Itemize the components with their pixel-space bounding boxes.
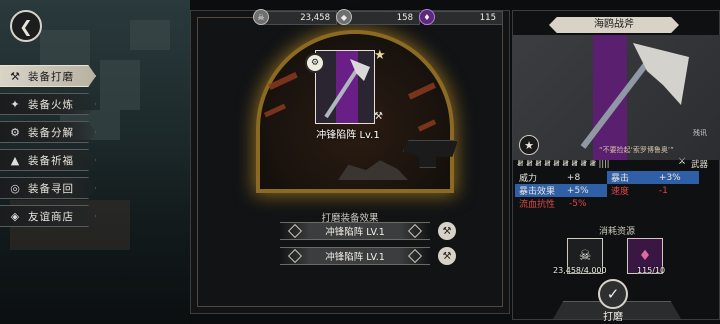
ore-icon: ◆ xyxy=(336,9,352,25)
fox-icon: ◈ xyxy=(10,209,20,223)
cost-crystal-value: 115/10 xyxy=(637,266,666,275)
stat-value: +5% xyxy=(562,184,607,197)
prayer-icon: ▲ xyxy=(10,153,20,167)
stat-row: 流血抗性 -5% xyxy=(515,197,699,211)
hammer-button[interactable]: ⚒ xyxy=(438,247,456,265)
diamond-icon xyxy=(407,248,423,264)
currency-ore: ◆ 158 xyxy=(336,9,420,25)
hammer-button[interactable]: ⚒ xyxy=(438,222,456,240)
crystal-icon: ♦ xyxy=(419,9,435,25)
stat-value: +3% xyxy=(654,171,699,184)
axe-icon xyxy=(580,43,689,149)
skull-coin-icon: ☠ xyxy=(253,9,269,25)
stat-label: 速度 xyxy=(611,187,630,197)
weapon-title: 海鸥战斧 xyxy=(549,17,679,33)
sidebar-item-label: 装备祈福 xyxy=(28,154,74,167)
effect-row[interactable]: 冲锋陷阵 LV.1 xyxy=(280,247,430,265)
effect-label: 冲锋陷阵 LV.1 xyxy=(325,227,385,238)
axe-icon xyxy=(324,59,370,119)
back-button[interactable]: ❮ xyxy=(10,10,42,42)
silver-coin-icon: ☠ xyxy=(578,248,592,264)
stat-value: -5% xyxy=(569,198,587,209)
stat-label: 威力 xyxy=(519,174,538,184)
star-icon: ★ xyxy=(374,48,386,63)
weapon-art xyxy=(513,35,720,160)
sidebar-item-polish[interactable]: ⚒ 装备打磨 xyxy=(0,65,96,87)
currency-bar: ☠ 23,458 ◆ 158 ♦ 115 xyxy=(253,9,503,28)
stat-value: +8 xyxy=(566,172,581,183)
gear-icon: ⚙ xyxy=(305,53,325,73)
weapon-quote: “不要捡起‘索罗博鲁奥’” xyxy=(599,146,674,154)
sidebar-item-disassemble[interactable]: ⚙ 装备分解 xyxy=(0,121,96,143)
stat-row: 暴击效果 +5% 速度 -1 xyxy=(515,184,699,197)
favorite-star-button[interactable]: ★ xyxy=(519,135,539,155)
tally-marks: 𝍸 𝍸 𝍸 𝍸 𝍸 𝍸 𝍸 𝍸 𝍸 |||| xyxy=(517,159,610,168)
effect-row[interactable]: 冲锋陷阵 LV.1 xyxy=(280,222,430,240)
polish-button[interactable]: ✓ xyxy=(598,279,628,309)
currency-crystal: ♦ 115 xyxy=(419,9,503,25)
forge-panel: ⚙ ★ ⚒ 冲锋陷阵 Lv.1 打磨装备效果 冲锋陷阵 LV.1 ⚒ 冲锋陷阵 … xyxy=(190,10,510,314)
currency-value: 23,458 xyxy=(300,13,330,23)
retrieve-icon: ◎ xyxy=(10,181,20,195)
weapon-type: 武器 xyxy=(691,160,709,170)
cost-silver-value: 23,458/4,000 xyxy=(553,266,607,275)
sidebar-item-label: 装备寻回 xyxy=(28,182,74,195)
stat-value: -1 xyxy=(658,185,668,196)
hammer-icon: ⚒ xyxy=(374,111,383,122)
sidebar-item-pray[interactable]: ▲ 装备祈福 xyxy=(0,149,96,171)
sidebar-menu: ⚒ 装备打磨 ✦ 装备火炼 ⚙ 装备分解 ▲ 装备祈福 ◎ 装备寻回 ◈ 友谊商… xyxy=(0,65,96,233)
stat-label: 暴击效果 xyxy=(515,184,563,197)
cost-title: 消耗资源 xyxy=(598,227,635,237)
checkmark-icon: ✓ xyxy=(606,285,620,303)
back-arrow-icon: ❮ xyxy=(19,16,33,36)
diamond-icon xyxy=(407,223,423,239)
stat-label: 流血抗性 xyxy=(519,200,556,210)
sidebar-item-fire-forge[interactable]: ✦ 装备火炼 xyxy=(0,93,96,115)
stat-row: 威力 +8 暴击 +3% xyxy=(515,171,699,184)
forge-frame: ⚙ ★ ⚒ 冲锋陷阵 Lv.1 打磨装备效果 冲锋陷阵 LV.1 ⚒ 冲锋陷阵 … xyxy=(197,17,503,307)
crossed-swords-icon: ⚔ xyxy=(678,157,687,167)
hammer-icon: ⚒ xyxy=(10,69,20,83)
currency-value: 115 xyxy=(479,13,496,23)
break-label: 残讯 xyxy=(693,129,707,137)
selected-item-name: 冲锋陷阵 Lv.1 xyxy=(316,130,380,141)
crystal-icon: ♦ xyxy=(638,248,652,264)
sidebar-item-friend-shop[interactable]: ◈ 友谊商店 xyxy=(0,205,96,227)
stat-label: 暴击 xyxy=(607,171,655,184)
diamond-icon xyxy=(287,223,303,239)
polish-label: 打磨 xyxy=(603,312,623,323)
flame-icon: ✦ xyxy=(10,97,20,111)
sidebar-item-label: 装备火炼 xyxy=(28,98,74,111)
currency-silver: ☠ 23,458 xyxy=(253,9,337,25)
sidebar-item-label: 装备打磨 xyxy=(28,70,74,83)
disassemble-icon: ⚙ xyxy=(10,125,20,139)
diamond-icon xyxy=(287,248,303,264)
weapon-detail-panel: 海鸥战斧 ★ “不要捡起‘索罗博鲁奥’” 残讯 𝍸 𝍸 𝍸 𝍸 𝍸 𝍸 𝍸 𝍸 … xyxy=(512,10,720,323)
effect-label: 冲锋陷阵 LV.1 xyxy=(325,252,385,263)
sidebar-item-label: 装备分解 xyxy=(28,126,74,139)
sidebar-item-label: 友谊商店 xyxy=(28,210,74,223)
sidebar-item-retrieve[interactable]: ◎ 装备寻回 xyxy=(0,177,96,199)
currency-value: 158 xyxy=(396,13,413,23)
